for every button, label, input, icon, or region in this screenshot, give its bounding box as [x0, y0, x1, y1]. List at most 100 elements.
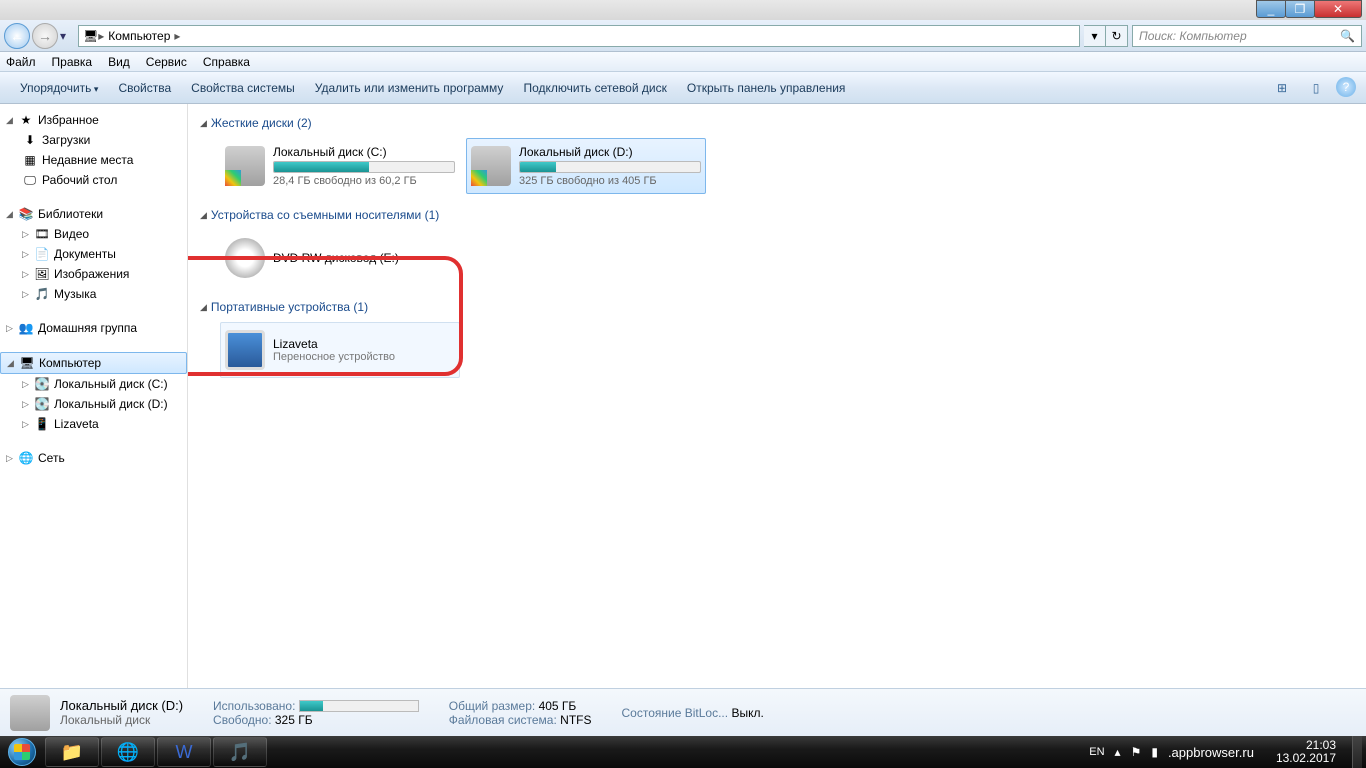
- collapse-icon: ◢: [200, 210, 207, 221]
- hdd-icon: [471, 146, 511, 186]
- details-pane: Локальный диск (D:) Локальный диск Испол…: [0, 688, 1366, 736]
- address-bar[interactable]: 🖥 ▸ Компьютер ▸: [78, 25, 1080, 47]
- portable-icon: 📱: [34, 416, 50, 432]
- hdd-icon: [225, 146, 265, 186]
- used-label: Использовано:: [213, 699, 295, 713]
- sidebar-computer[interactable]: ◢🖥Компьютер: [0, 352, 187, 374]
- arrow-right-icon: →: [38, 28, 52, 44]
- drive-label: Локальный диск (C:): [273, 145, 455, 159]
- section-portable[interactable]: ◢Портативные устройства (1): [200, 296, 1354, 318]
- menu-bar: Файл Правка Вид Сервис Справка: [0, 52, 1366, 72]
- nav-history-dropdown[interactable]: ▾: [60, 29, 74, 43]
- sidebar-music[interactable]: ▷🎵Музыка: [0, 284, 187, 304]
- free-space-label: 28,4 ГБ свободно из 60,2 ГБ: [273, 175, 455, 187]
- menu-service[interactable]: Сервис: [146, 55, 187, 69]
- section-hard-drives[interactable]: ◢Жесткие диски (2): [200, 112, 1354, 134]
- forward-button[interactable]: →: [32, 23, 58, 49]
- system-properties-button[interactable]: Свойства системы: [181, 77, 305, 99]
- usage-bar: [273, 161, 455, 173]
- hdd-icon: [10, 695, 50, 731]
- menu-edit[interactable]: Правка: [52, 55, 93, 69]
- downloads-icon: ⬇: [22, 132, 38, 148]
- sidebar-drive-c[interactable]: ▷💽Локальный диск (C:): [0, 374, 187, 394]
- address-history-button[interactable]: ▾: [1084, 25, 1106, 47]
- search-input[interactable]: Поиск: Компьютер 🔍: [1132, 25, 1362, 47]
- usage-bar: [519, 161, 701, 173]
- device-label: Lizaveta: [273, 337, 455, 351]
- control-panel-button[interactable]: Открыть панель управления: [677, 77, 856, 99]
- bitlocker-label: Состояние BitLoc...: [622, 706, 729, 720]
- homegroup-icon: 👥: [18, 320, 34, 336]
- breadcrumb-sep-icon: ▸: [174, 29, 180, 43]
- menu-view[interactable]: Вид: [108, 55, 130, 69]
- navigation-bar: ← → ▾ 🖥 ▸ Компьютер ▸ ▾ ↻ Поиск: Компьют…: [0, 20, 1366, 52]
- drive-icon: 💽: [34, 376, 50, 392]
- map-network-drive-button[interactable]: Подключить сетевой диск: [513, 77, 676, 99]
- drive-dvd[interactable]: DVD RW дисковод (E:): [220, 230, 460, 286]
- start-button[interactable]: [0, 736, 44, 768]
- tray-flag-icon[interactable]: ⚑: [1131, 745, 1142, 759]
- taskbar-itunes[interactable]: 🎵: [213, 737, 267, 767]
- music-icon: 🎵: [34, 286, 50, 302]
- taskbar-explorer[interactable]: 📁: [45, 737, 99, 767]
- sidebar-lizaveta[interactable]: ▷📱Lizaveta: [0, 414, 187, 434]
- sidebar-documents[interactable]: ▷📄Документы: [0, 244, 187, 264]
- sidebar-libraries[interactable]: ◢📚Библиотеки: [0, 204, 187, 224]
- portable-device-icon: [225, 330, 265, 370]
- library-icon: 📚: [18, 206, 34, 222]
- sidebar-favorites[interactable]: ◢★Избранное: [0, 110, 187, 130]
- sidebar-drive-d[interactable]: ▷💽Локальный диск (D:): [0, 394, 187, 414]
- sidebar-homegroup[interactable]: ▷👥Домашняя группа: [0, 318, 187, 338]
- windows-orb-icon: [8, 738, 36, 766]
- refresh-button[interactable]: ↻: [1106, 25, 1128, 47]
- organize-button[interactable]: Упорядочить: [10, 77, 108, 99]
- total-label: Общий размер:: [449, 699, 535, 713]
- breadcrumb-computer[interactable]: Компьютер: [104, 29, 174, 43]
- section-removable[interactable]: ◢Устройства со съемными носителями (1): [200, 204, 1354, 226]
- preview-icon: ▯: [1313, 81, 1320, 95]
- sidebar-recent[interactable]: ▦Недавние места: [0, 150, 187, 170]
- menu-help[interactable]: Справка: [203, 55, 250, 69]
- document-icon: 📄: [34, 246, 50, 262]
- back-button[interactable]: ←: [4, 23, 30, 49]
- device-lizaveta[interactable]: Lizaveta Переносное устройство: [220, 322, 460, 378]
- help-button[interactable]: ?: [1336, 77, 1356, 97]
- search-icon: 🔍: [1340, 29, 1355, 43]
- sidebar-images[interactable]: ▷🖼Изображения: [0, 264, 187, 284]
- device-subtitle: Переносное устройство: [273, 351, 455, 363]
- sidebar-video[interactable]: ▷🎞Видео: [0, 224, 187, 244]
- taskbar-chrome[interactable]: 🌐: [101, 737, 155, 767]
- language-indicator[interactable]: EN: [1089, 746, 1104, 758]
- command-bar: Упорядочить Свойства Свойства системы Уд…: [0, 72, 1366, 104]
- arrow-left-icon: ←: [10, 28, 24, 44]
- drive-d[interactable]: Локальный диск (D:) 325 ГБ свободно из 4…: [466, 138, 706, 194]
- view-options-button[interactable]: ⊞: [1268, 77, 1296, 99]
- watermark: .appbrowser.ru: [1168, 745, 1254, 760]
- recent-icon: ▦: [22, 152, 38, 168]
- sidebar-downloads[interactable]: ⬇Загрузки: [0, 130, 187, 150]
- fs-label: Файловая система:: [449, 713, 557, 727]
- sidebar-network[interactable]: ▷🌐Сеть: [0, 448, 187, 468]
- tray-battery-icon[interactable]: ▮: [1151, 745, 1158, 759]
- taskbar-word[interactable]: W: [157, 737, 211, 767]
- tray-overflow-icon[interactable]: ▴: [1115, 745, 1121, 759]
- properties-button[interactable]: Свойства: [108, 77, 181, 99]
- maximize-button[interactable]: ❐: [1285, 0, 1315, 18]
- bitlocker-value: Выкл.: [731, 706, 763, 720]
- details-title: Локальный диск (D:): [60, 698, 183, 713]
- show-desktop-button[interactable]: [1352, 736, 1362, 768]
- preview-pane-button[interactable]: ▯: [1302, 77, 1330, 99]
- sidebar-desktop[interactable]: 🖵Рабочий стол: [0, 170, 187, 190]
- network-icon: 🌐: [18, 450, 34, 466]
- taskbar: 📁 🌐 W 🎵 EN ▴ ⚑ ▮ .appbrowser.ru 21:03 13…: [0, 736, 1366, 768]
- date-label: 13.02.2017: [1276, 752, 1336, 765]
- close-button[interactable]: ✕: [1314, 0, 1362, 18]
- menu-file[interactable]: Файл: [6, 55, 36, 69]
- navigation-pane: ◢★Избранное ⬇Загрузки ▦Недавние места 🖵Р…: [0, 104, 188, 688]
- drive-icon: 💽: [34, 396, 50, 412]
- minimize-button[interactable]: _: [1256, 0, 1286, 18]
- uninstall-button[interactable]: Удалить или изменить программу: [305, 77, 514, 99]
- tiles-icon: ⊞: [1277, 81, 1287, 95]
- drive-c[interactable]: Локальный диск (C:) 28,4 ГБ свободно из …: [220, 138, 460, 194]
- clock[interactable]: 21:03 13.02.2017: [1270, 739, 1342, 765]
